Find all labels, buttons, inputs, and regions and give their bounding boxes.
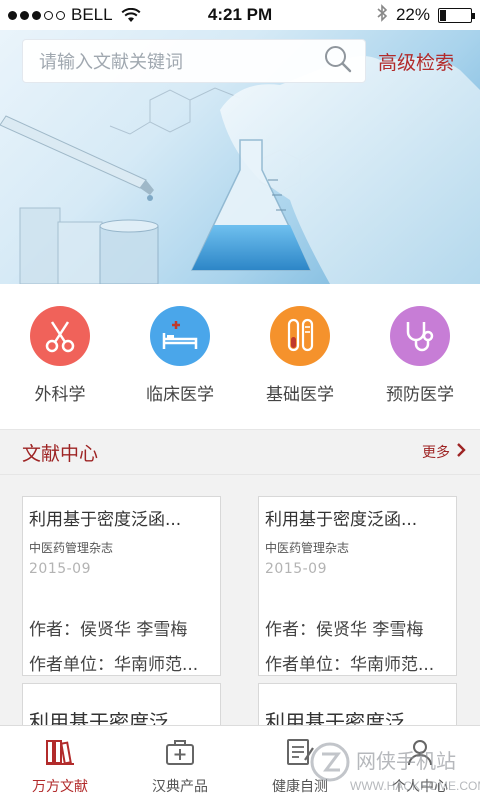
article-card[interactable]: 利用基于密度泛函... 中医药管理杂志 2015-09 作者：侯贤华 李雪梅 作… — [258, 496, 457, 676]
article-authors: 作者：侯贤华 李雪梅 — [265, 620, 424, 640]
article-list: 利用基于密度泛函... 中医药管理杂志 2015-09 作者：侯贤华 李雪梅 作… — [0, 475, 480, 725]
hospital-bed-icon[interactable] — [150, 306, 210, 366]
hero-banner[interactable]: 请输入文献关键词 高级检索 — [0, 30, 480, 284]
search-placeholder[interactable]: 请输入文献关键词 — [39, 48, 323, 74]
tab-handian-products[interactable]: 汉典产品 — [120, 726, 240, 800]
article-authors: 作者：侯贤华 李雪梅 — [29, 620, 188, 640]
tab-label: 个人中心 — [392, 779, 448, 795]
category-grid: 外科学 临床医学 基础医学 预防医学 — [0, 284, 480, 429]
tab-label: 万方文献 — [32, 779, 88, 795]
article-journal: 中医药管理杂志 — [265, 541, 350, 555]
article-date: 2015-09 — [265, 561, 327, 577]
article-organization: 作者单位：华南师范... — [265, 655, 435, 675]
tab-personal-center[interactable]: 个人中心 — [360, 726, 480, 800]
section-title: 文献中心 — [22, 442, 99, 465]
category-surgery[interactable]: 外科学 — [0, 284, 120, 429]
test-tubes-icon[interactable] — [270, 306, 330, 366]
section-header: 文献中心 更多 — [0, 429, 480, 475]
tab-label: 健康自测 — [272, 779, 328, 795]
tab-wanfang-literature[interactable]: 万方文献 — [0, 726, 120, 800]
advanced-search-link[interactable]: 高级检索 — [378, 48, 454, 75]
article-organization: 作者单位：华南师范... — [29, 655, 199, 675]
checklist-icon[interactable] — [285, 738, 315, 770]
article-title: 利用基于密度泛函... — [29, 510, 182, 530]
carrier-name: BELL — [71, 5, 113, 24]
bluetooth-icon — [376, 3, 388, 27]
books-icon[interactable] — [45, 738, 75, 770]
article-title: 利用基于密度泛 — [29, 710, 169, 725]
more-link[interactable]: 更多 — [422, 442, 466, 462]
tab-health-self-test[interactable]: 健康自测 — [240, 726, 360, 800]
article-card[interactable]: 利用基于密度泛 — [22, 683, 221, 725]
category-clinical[interactable]: 临床医学 — [120, 284, 240, 429]
category-label: 预防医学 — [386, 385, 454, 405]
chevron-right-icon[interactable] — [456, 443, 466, 461]
category-preventive[interactable]: 预防医学 — [360, 284, 480, 429]
article-date: 2015-09 — [29, 561, 91, 577]
article-journal: 中医药管理杂志 — [29, 541, 114, 555]
person-icon[interactable] — [405, 738, 435, 770]
battery-percent: 22% — [395, 5, 430, 24]
article-title: 利用基于密度泛 — [265, 710, 405, 725]
search-input[interactable]: 请输入文献关键词 — [22, 39, 366, 83]
battery-icon — [438, 7, 475, 23]
article-card[interactable]: 利用基于密度泛 — [258, 683, 457, 725]
article-card[interactable]: 利用基于密度泛函... 中医药管理杂志 2015-09 作者：侯贤华 李雪梅 作… — [22, 496, 221, 676]
more-label[interactable]: 更多 — [422, 442, 450, 462]
bottom-tab-bar: 万方文献 汉典产品 健康自测 个人中心 — [0, 725, 480, 800]
signal-strength-icon — [8, 10, 65, 20]
category-basic[interactable]: 基础医学 — [240, 284, 360, 429]
scissors-icon[interactable] — [30, 306, 90, 366]
category-label: 外科学 — [34, 385, 86, 405]
category-label: 基础医学 — [266, 385, 334, 405]
search-icon[interactable] — [323, 44, 353, 78]
stethoscope-icon[interactable] — [390, 306, 450, 366]
medical-kit-icon[interactable] — [165, 738, 195, 770]
category-label: 临床医学 — [146, 385, 214, 405]
wifi-icon — [121, 8, 141, 22]
status-bar: BELL 4:21 PM 22% — [0, 0, 480, 30]
tab-label: 汉典产品 — [152, 779, 208, 795]
article-title: 利用基于密度泛函... — [265, 510, 418, 530]
